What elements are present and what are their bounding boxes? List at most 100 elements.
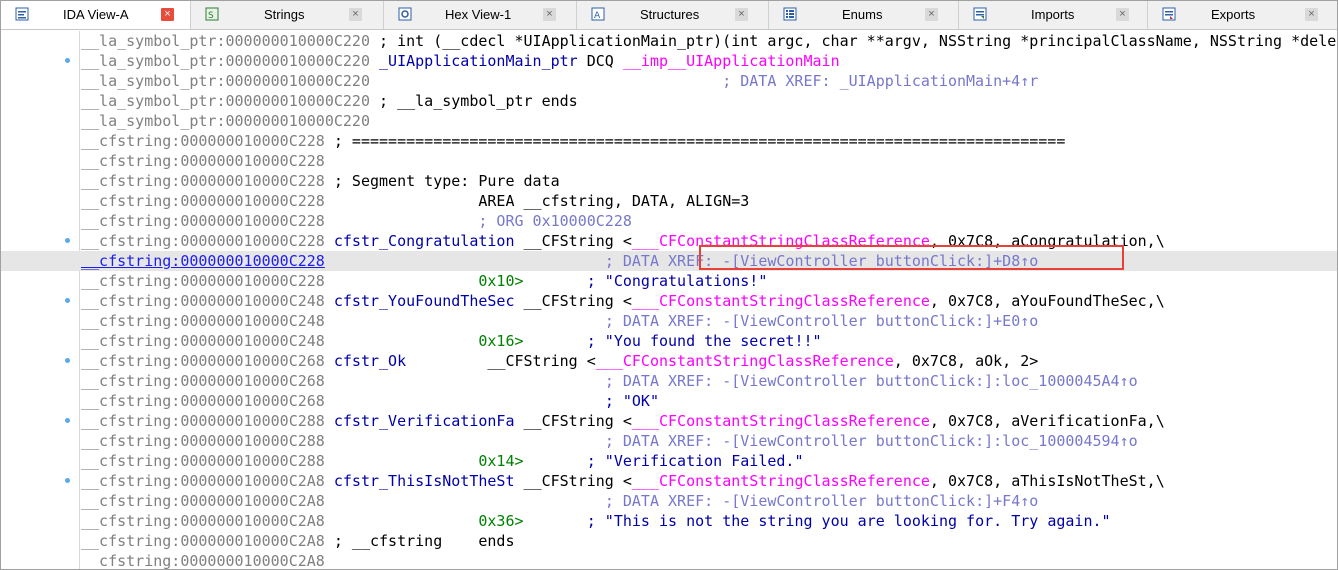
listing-line: __cfstring:000000010000C268 cfstr_Ok __C… xyxy=(81,351,1038,371)
tab-ida-view-a[interactable]: IDA View-A × xyxy=(1,1,191,29)
address-label: __cfstring:000000010000C268 xyxy=(81,372,325,390)
listing-row[interactable]: __la_symbol_ptr:000000010000C220 ; int (… xyxy=(1,31,1337,51)
listing-row[interactable]: __cfstring:000000010000C288 0x14> ; "Ver… xyxy=(1,451,1337,471)
listing-row[interactable]: __cfstring:000000010000C268 ; DATA XREF:… xyxy=(1,371,1337,391)
listing-row[interactable]: __la_symbol_ptr:000000010000C220 ; __la_… xyxy=(1,91,1337,111)
symbol-name: _UIApplicationMain_ptr xyxy=(369,52,578,70)
instruction-text: __CFString < xyxy=(514,292,632,310)
listing-row[interactable]: __cfstring:000000010000C228 ; ORG 0x1000… xyxy=(1,211,1337,231)
address-label: __cfstring:000000010000C2A8 xyxy=(81,492,325,510)
exports-icon xyxy=(1162,7,1176,21)
tab-label: Imports xyxy=(1031,7,1075,22)
listing-row[interactable]: __cfstring:000000010000C2A8 0x36> ; "Thi… xyxy=(1,511,1337,531)
listing-row[interactable]: __cfstring:000000010000C2A8 cfstr_ThisIs… xyxy=(1,471,1337,491)
string-comment: ; "Congratulations!" xyxy=(523,272,768,290)
address-label: __la_symbol_ptr:000000010000C220 xyxy=(81,32,370,50)
tab-imports[interactable]: Imports × xyxy=(959,1,1148,29)
instruction-text: __CFString < xyxy=(406,352,596,370)
address-label: __cfstring:000000010000C228 xyxy=(81,212,325,230)
strings-icon: S xyxy=(205,7,219,21)
address-label: __cfstring:000000010000C2A8 xyxy=(81,552,325,570)
listing-row[interactable]: __cfstring:000000010000C2A8 xyxy=(1,551,1337,570)
close-icon[interactable]: × xyxy=(161,8,174,21)
listing-row[interactable]: __cfstring:000000010000C248 0x16> ; "You… xyxy=(1,331,1337,351)
listing-row[interactable]: __cfstring:000000010000C228 0x10> ; "Con… xyxy=(1,271,1337,291)
listing-row[interactable]: __la_symbol_ptr:000000010000C220 _UIAppl… xyxy=(1,51,1337,71)
listing-row[interactable]: __cfstring:000000010000C268 ; "OK" xyxy=(1,391,1337,411)
listing-row[interactable]: __cfstring:000000010000C288 ; DATA XREF:… xyxy=(1,431,1337,451)
xref-comment: ; DATA XREF: -[ViewController buttonClic… xyxy=(604,252,1039,270)
tab-exports[interactable]: Exports × xyxy=(1148,1,1336,29)
symbol-name: cfstr_Ok xyxy=(324,352,407,370)
listing-row[interactable]: __la_symbol_ptr:000000010000C220 xyxy=(1,111,1337,131)
listing-row[interactable]: __cfstring:000000010000C228 xyxy=(1,151,1337,171)
tab-bar: IDA View-A × S Strings × Hex View-1 × A … xyxy=(1,1,1337,30)
address-label: __cfstring:000000010000C268 xyxy=(81,392,325,410)
close-icon[interactable]: × xyxy=(1116,8,1129,21)
listing-line: __cfstring:000000010000C228 ; DATA XREF:… xyxy=(81,251,1038,271)
numeric-value: 0x10> xyxy=(478,272,524,290)
code-text: ; __la_symbol_ptr ends xyxy=(369,92,578,110)
string-comment: ; "This is not the string you are lookin… xyxy=(523,512,1111,530)
close-icon[interactable]: × xyxy=(543,8,556,21)
listing-line: __cfstring:000000010000C2A8 ; DATA XREF:… xyxy=(81,491,1038,511)
listing-row[interactable]: __cfstring:000000010000C228 ; Segment ty… xyxy=(1,171,1337,191)
xref-dot-icon xyxy=(65,298,70,303)
listing-line: __cfstring:000000010000C2A8 ; __cfstring… xyxy=(81,531,515,551)
address-label: __cfstring:000000010000C228 xyxy=(81,132,325,150)
address-label: __cfstring:000000010000C2A8 xyxy=(81,512,325,530)
listing-row[interactable]: __cfstring:000000010000C228 ; ==========… xyxy=(1,131,1337,151)
tab-label: Strings xyxy=(264,7,305,22)
listing-row[interactable]: __cfstring:000000010000C248 ; DATA XREF:… xyxy=(1,311,1337,331)
listing-row[interactable]: __cfstring:000000010000C2A8 ; DATA XREF:… xyxy=(1,491,1337,511)
close-icon[interactable]: × xyxy=(925,8,938,21)
hex-view-icon xyxy=(398,7,412,21)
listing-row[interactable]: __cfstring:000000010000C228 AREA __cfstr… xyxy=(1,191,1337,211)
listing-row[interactable]: __cfstring:000000010000C2A8 ; __cfstring… xyxy=(1,531,1337,551)
listing-line: __cfstring:000000010000C2A8 cfstr_ThisIs… xyxy=(81,471,1165,491)
operand-text: , 0x7C8, aOk, 2> xyxy=(893,352,1039,370)
enums-icon xyxy=(783,7,797,21)
listing-row[interactable]: __cfstring:000000010000C228 ; DATA XREF:… xyxy=(1,251,1337,271)
listing-row[interactable]: __cfstring:000000010000C268 cfstr_Ok __C… xyxy=(1,351,1337,371)
tab-structures[interactable]: A Structures × xyxy=(577,1,769,29)
xref-comment: ; DATA XREF: -[ViewController buttonClic… xyxy=(604,372,1138,390)
listing-line: __cfstring:000000010000C228 0x10> ; "Con… xyxy=(81,271,767,291)
tab-enums[interactable]: Enums × xyxy=(769,1,959,29)
xref-comment: ; ORG 0x10000C228 xyxy=(478,212,632,230)
tab-hex-view-1[interactable]: Hex View-1 × xyxy=(384,1,577,29)
close-icon[interactable]: × xyxy=(1305,8,1318,21)
instruction-text: __CFString < xyxy=(514,232,632,250)
xref-comment: ; DATA XREF: -[ViewController buttonClic… xyxy=(604,432,1138,450)
xref-dot-icon xyxy=(65,358,70,363)
tab-label: Hex View-1 xyxy=(445,7,512,22)
xref-comment: ; DATA XREF: -[ViewController buttonClic… xyxy=(604,492,1039,510)
close-icon[interactable]: × xyxy=(349,8,362,21)
disassembly-listing[interactable]: __la_symbol_ptr:000000010000C220 ; int (… xyxy=(1,31,1337,570)
address-label: __cfstring:000000010000C228 xyxy=(81,252,325,270)
xref-dot-icon xyxy=(65,418,70,423)
listing-row[interactable]: __cfstring:000000010000C228 cfstr_Congra… xyxy=(1,231,1337,251)
operand-text: , 0x7C8, aYouFoundTheSec,\ xyxy=(929,292,1165,310)
code-text: ; Segment type: Pure data xyxy=(324,172,560,190)
listing-line: __cfstring:000000010000C248 ; DATA XREF:… xyxy=(81,311,1038,331)
close-icon[interactable]: × xyxy=(735,8,748,21)
listing-row[interactable]: __cfstring:000000010000C248 cfstr_YouFou… xyxy=(1,291,1337,311)
listing-line: __cfstring:000000010000C228 xyxy=(81,151,325,171)
external-symbol: ___CFConstantStringClassReference xyxy=(631,232,930,250)
listing-row[interactable]: __la_symbol_ptr:000000010000C220 ; DATA … xyxy=(1,71,1337,91)
tab-label: IDA View-A xyxy=(63,7,129,22)
listing-line: __cfstring:000000010000C288 0x14> ; "Ver… xyxy=(81,451,804,471)
listing-line: __cfstring:000000010000C2A8 xyxy=(81,551,325,570)
instruction-text: __CFString < xyxy=(514,472,632,490)
listing-row[interactable]: __cfstring:000000010000C288 cfstr_Verifi… xyxy=(1,411,1337,431)
address-label: __cfstring:000000010000C268 xyxy=(81,352,325,370)
listing-line: __cfstring:000000010000C228 ; ORG 0x1000… xyxy=(81,211,632,231)
address-label: __cfstring:000000010000C228 xyxy=(81,192,325,210)
external-symbol: ___CFConstantStringClassReference xyxy=(631,412,930,430)
listing-line: __cfstring:000000010000C248 0x16> ; "You… xyxy=(81,331,822,351)
tab-strings[interactable]: S Strings × xyxy=(191,1,384,29)
